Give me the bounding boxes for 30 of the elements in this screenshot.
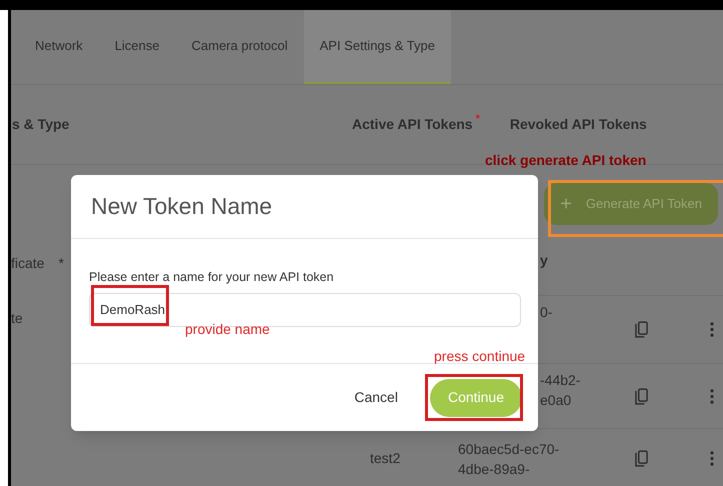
token-tab[interactable]: Revoked API Tokens bbox=[510, 114, 647, 135]
dialog-title: New Token Name bbox=[91, 192, 272, 222]
field-label: te bbox=[11, 309, 23, 328]
more-options-icon[interactable] bbox=[710, 451, 714, 466]
section-title: s & Type bbox=[11, 115, 70, 134]
prompt-text: Please enter a name for your new API token bbox=[89, 269, 335, 286]
copy-icon[interactable] bbox=[635, 388, 648, 404]
table-cell: test2 bbox=[370, 450, 400, 466]
annotation-text: press continue bbox=[434, 347, 526, 366]
table-cell-text: 4dbe-89a9- bbox=[458, 460, 531, 478]
required-mark: * bbox=[58, 254, 64, 273]
tab[interactable]: Camera protocol bbox=[176, 10, 304, 84]
annotation-text: click generate API token bbox=[485, 151, 646, 170]
token-tab[interactable]: Active API Tokens * bbox=[352, 114, 480, 135]
tab[interactable]: License bbox=[98, 10, 176, 84]
tab[interactable]: API Settings & Type bbox=[304, 10, 451, 84]
continue-button[interactable]: Continue bbox=[430, 378, 522, 416]
copy-icon[interactable] bbox=[635, 321, 648, 338]
cancel-button[interactable]: Cancel bbox=[354, 387, 398, 408]
copy-icon[interactable] bbox=[635, 450, 648, 467]
table-cell-text: 60baec5d-ec70- bbox=[458, 440, 560, 458]
generate-token-button[interactable]: + Generate API Token bbox=[544, 183, 718, 225]
table-cell-text: 0- bbox=[540, 303, 554, 322]
table-cell-text: -44b2- bbox=[540, 371, 582, 390]
column-header: y bbox=[540, 250, 548, 270]
more-options-icon[interactable] bbox=[710, 388, 714, 404]
tab[interactable]: Network bbox=[19, 10, 99, 84]
more-options-icon[interactable] bbox=[710, 322, 714, 337]
table-cell-text: e0a0 bbox=[540, 391, 572, 410]
field-label: ficate bbox=[11, 254, 44, 273]
